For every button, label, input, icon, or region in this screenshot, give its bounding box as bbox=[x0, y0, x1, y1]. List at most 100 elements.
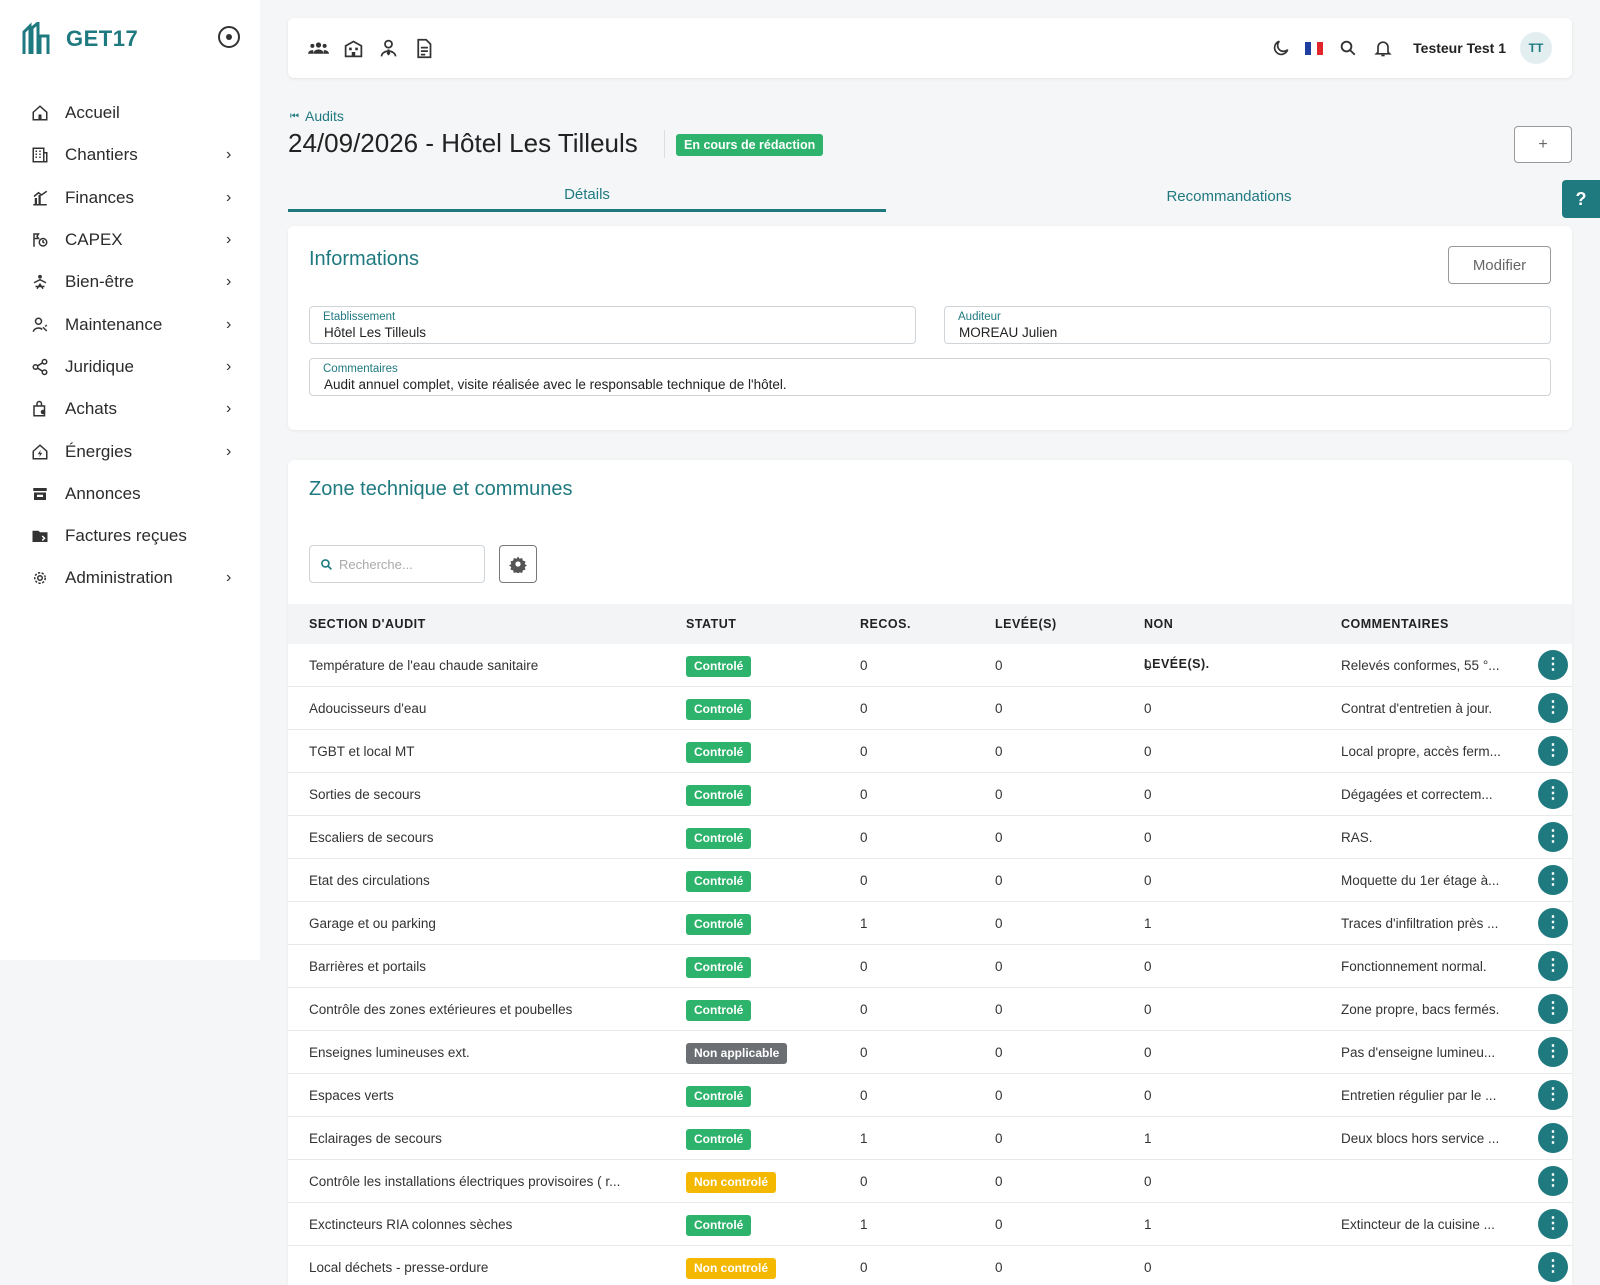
user-name[interactable]: Testeur Test 1 bbox=[1413, 40, 1506, 56]
cell-statut: Controlé bbox=[686, 644, 846, 687]
users-icon[interactable] bbox=[308, 38, 329, 59]
flag-fr-icon[interactable] bbox=[1305, 41, 1324, 55]
row-actions-button[interactable]: ⋮ bbox=[1538, 650, 1568, 680]
avatar[interactable]: TT bbox=[1520, 32, 1552, 64]
sidebar-item-accueil[interactable]: Accueil bbox=[0, 92, 260, 134]
row-actions-button[interactable]: ⋮ bbox=[1538, 1166, 1568, 1196]
row-actions-button[interactable]: ⋮ bbox=[1538, 1252, 1568, 1282]
commentaires-field[interactable]: Commentaires Audit annuel complet, visit… bbox=[309, 358, 1551, 396]
table-row[interactable]: Eclairages de secours Controlé 1 0 1 Deux blo… bbox=[288, 1117, 1572, 1160]
more-vertical-icon: ⋮ bbox=[1545, 1215, 1561, 1232]
row-actions-button[interactable]: ⋮ bbox=[1538, 822, 1568, 852]
cell-commentaire: Relevés conformes, 55 °... bbox=[1341, 658, 1500, 673]
cell-non-levees: 1 bbox=[1144, 1217, 1152, 1232]
tab-recommandations[interactable]: Recommandations bbox=[886, 180, 1572, 212]
row-actions-button[interactable]: ⋮ bbox=[1538, 1123, 1568, 1153]
document-icon[interactable] bbox=[413, 38, 434, 59]
table-row[interactable]: TGBT et local MT Controlé 0 0 0 Local propre,… bbox=[288, 730, 1572, 773]
dark-mode-icon[interactable] bbox=[1270, 38, 1291, 59]
cell-recos: 0 bbox=[860, 744, 868, 759]
row-actions-button[interactable]: ⋮ bbox=[1538, 1080, 1568, 1110]
table-row[interactable]: Contrôle les installations électriques p… bbox=[288, 1160, 1572, 1203]
cell-statut: Controlé bbox=[686, 859, 846, 902]
table-row[interactable]: Local déchets - presse-ordure Non control… bbox=[288, 1246, 1572, 1285]
row-actions-button[interactable]: ⋮ bbox=[1538, 736, 1568, 766]
building-icon bbox=[30, 145, 50, 165]
modify-button[interactable]: Modifier bbox=[1448, 246, 1551, 284]
sidebar-item-finances[interactable]: Finances › bbox=[0, 177, 260, 219]
table-row[interactable]: Contrôle des zones extérieures et poubel… bbox=[288, 988, 1572, 1031]
status-badge: Controlé bbox=[686, 741, 752, 763]
brand[interactable]: GET17 bbox=[22, 22, 138, 56]
cell-recos: 0 bbox=[860, 1088, 868, 1103]
row-actions-button[interactable]: ⋮ bbox=[1538, 1209, 1568, 1239]
row-actions-button[interactable]: ⋮ bbox=[1538, 693, 1568, 723]
column-header-section[interactable]: SECTION D'AUDIT bbox=[309, 604, 649, 644]
table-row[interactable]: Enseignes lumineuses ext. Non applicable 0… bbox=[288, 1031, 1572, 1074]
column-header-commentaires[interactable]: COMMENTAIRES bbox=[1341, 604, 1511, 644]
cell-section: Escaliers de secours bbox=[309, 830, 434, 845]
table-row[interactable]: Exctincteurs RIA colonnes sèches Controlé… bbox=[288, 1203, 1572, 1246]
cell-statut: Controlé bbox=[686, 988, 846, 1031]
add-button[interactable]: + bbox=[1514, 126, 1572, 163]
sidebar-item-capex[interactable]: CAPEX › bbox=[0, 219, 260, 261]
sidebar-item-juridique[interactable]: Juridique › bbox=[0, 346, 260, 388]
column-header-non-levees[interactable]: NON LEVÉE(S). bbox=[1144, 604, 1224, 671]
more-vertical-icon: ⋮ bbox=[1545, 828, 1561, 845]
search-input[interactable]: Recherche... bbox=[309, 545, 485, 583]
table-row[interactable]: Sorties de secours Controlé 0 0 0 Dégagées et… bbox=[288, 773, 1572, 816]
cell-non-levees: 0 bbox=[1144, 830, 1152, 845]
row-actions-button[interactable]: ⋮ bbox=[1538, 1037, 1568, 1067]
sidebar-item-energies[interactable]: Énergies › bbox=[0, 430, 260, 472]
column-header-recos[interactable]: RECOS. bbox=[860, 604, 940, 644]
cell-non-levees: 0 bbox=[1144, 787, 1152, 802]
sidebar-item-administration[interactable]: Administration › bbox=[0, 557, 260, 599]
row-actions-button[interactable]: ⋮ bbox=[1538, 994, 1568, 1024]
gear-icon bbox=[30, 568, 50, 588]
row-actions-button[interactable]: ⋮ bbox=[1538, 865, 1568, 895]
sidebar-item-achats[interactable]: Achats › bbox=[0, 388, 260, 430]
sidebar-item-maintenance[interactable]: Maintenance › bbox=[0, 303, 260, 345]
sidebar-item-label: Bien-être bbox=[65, 272, 134, 292]
cell-non-levees: 1 bbox=[1144, 1131, 1152, 1146]
breadcrumb[interactable]: ⏮ Audits bbox=[290, 108, 344, 124]
cell-commentaire: Traces d'infiltration près ... bbox=[1341, 916, 1499, 931]
table-row[interactable]: Adoucisseurs d'eau Controlé 0 0 0 Contrat d'e… bbox=[288, 687, 1572, 730]
table-row[interactable]: Garage et ou parking Controlé 1 0 1 Traces d'… bbox=[288, 902, 1572, 945]
row-actions-button[interactable]: ⋮ bbox=[1538, 779, 1568, 809]
sidebar-item-annonces[interactable]: Annonces bbox=[0, 473, 260, 515]
cell-levees: 0 bbox=[995, 1217, 1003, 1232]
cell-commentaire: Deux blocs hors service ... bbox=[1341, 1131, 1500, 1146]
column-header-statut[interactable]: STATUT bbox=[686, 604, 846, 644]
auditeur-field[interactable]: Auditeur MOREAU Julien bbox=[944, 306, 1551, 344]
sidebar-item-bien-etre[interactable]: Bien-être › bbox=[0, 261, 260, 303]
table-row[interactable]: Etat des circulations Controlé 0 0 0 Moquette… bbox=[288, 859, 1572, 902]
store-icon bbox=[30, 484, 50, 504]
cell-recos: 1 bbox=[860, 916, 868, 931]
tab-details[interactable]: Détails bbox=[288, 180, 886, 212]
sidebar-collapse-button[interactable] bbox=[218, 26, 240, 48]
energy-home-icon bbox=[30, 442, 50, 462]
bell-icon[interactable] bbox=[1372, 38, 1393, 59]
etablissement-field[interactable]: Etablissement Hôtel Les Tilleuls bbox=[309, 306, 916, 344]
row-actions-button[interactable]: ⋮ bbox=[1538, 908, 1568, 938]
table-row[interactable]: Température de l'eau chaude sanitaire Con… bbox=[288, 644, 1572, 687]
sidebar-item-factures-recues[interactable]: Factures reçues bbox=[0, 515, 260, 557]
user-tie-icon[interactable] bbox=[378, 38, 399, 59]
search-icon[interactable] bbox=[1337, 38, 1358, 59]
row-actions-button[interactable]: ⋮ bbox=[1538, 951, 1568, 981]
table-row[interactable]: Barrières et portails Controlé 0 0 0 Fonction… bbox=[288, 945, 1572, 988]
cell-section: TGBT et local MT bbox=[309, 744, 415, 759]
column-header-levees[interactable]: LEVÉE(S) bbox=[995, 604, 1075, 644]
folder-icon bbox=[30, 526, 50, 546]
sidebar-nav: Accueil Chantiers › Finances › CAPEX › Bien-êtr… bbox=[0, 92, 260, 600]
cell-commentaire: RAS. bbox=[1341, 830, 1373, 845]
table-settings-button[interactable] bbox=[499, 545, 537, 583]
cell-non-levees: 0 bbox=[1144, 658, 1152, 673]
sidebar-item-chantiers[interactable]: Chantiers › bbox=[0, 134, 260, 176]
table-row[interactable]: Escaliers de secours Controlé 0 0 0 RAS. ⋮ bbox=[288, 816, 1572, 859]
cell-non-levees: 0 bbox=[1144, 1260, 1152, 1275]
commentaires-value: Audit annuel complet, visite réalisée av… bbox=[324, 377, 787, 392]
building-grid-icon[interactable] bbox=[343, 38, 364, 59]
table-row[interactable]: Espaces verts Controlé 0 0 0 Entretien réguli… bbox=[288, 1074, 1572, 1117]
